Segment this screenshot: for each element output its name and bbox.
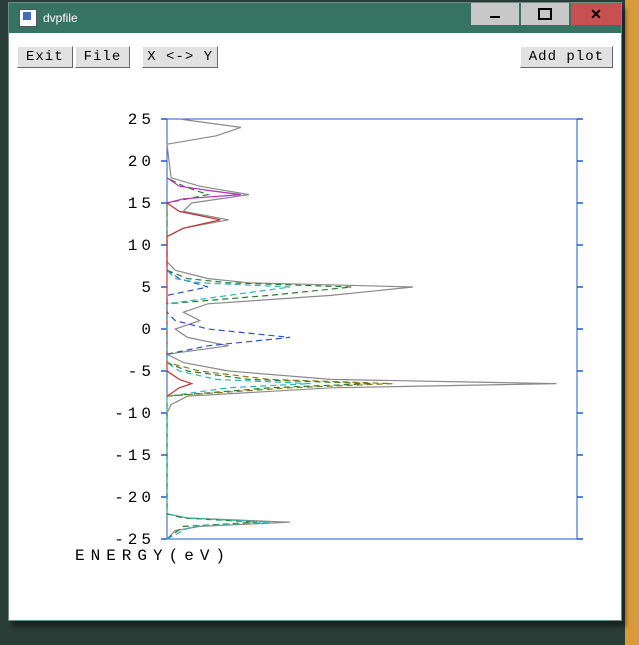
- add-plot-button[interactable]: Add plot: [520, 46, 613, 68]
- titlebar[interactable]: dvpfile ✕: [9, 3, 621, 33]
- close-button[interactable]: ✕: [571, 3, 621, 25]
- svg-text:20: 20: [128, 153, 155, 171]
- dos-plot: 2520151050-5-10-15-20-25: [17, 69, 613, 609]
- svg-text:15: 15: [128, 195, 155, 213]
- maximize-button[interactable]: [521, 3, 569, 25]
- minimize-button[interactable]: [471, 3, 519, 25]
- app-icon: [19, 9, 37, 27]
- window-title: dvpfile: [43, 11, 78, 25]
- svg-text:10: 10: [128, 237, 155, 255]
- window-controls: ✕: [471, 3, 621, 33]
- svg-text:-5: -5: [128, 363, 155, 381]
- app-window: dvpfile ✕ Exit File X <-> Y Add plot 25 2…: [8, 2, 622, 621]
- swap-xy-button[interactable]: X <-> Y: [142, 46, 218, 68]
- svg-text:-15: -15: [114, 447, 155, 465]
- exit-button[interactable]: Exit: [17, 46, 73, 68]
- file-button[interactable]: File: [75, 46, 131, 68]
- svg-text:-10: -10: [114, 405, 155, 423]
- svg-text:-20: -20: [114, 489, 155, 507]
- x-axis-label: ENERGY(eV): [75, 547, 231, 565]
- plot-area[interactable]: 2520151050-5-10-15-20-25 ENERGY(eV): [17, 69, 613, 612]
- svg-text:5: 5: [141, 279, 155, 297]
- svg-text:0: 0: [141, 321, 155, 339]
- svg-text:25: 25: [128, 111, 155, 129]
